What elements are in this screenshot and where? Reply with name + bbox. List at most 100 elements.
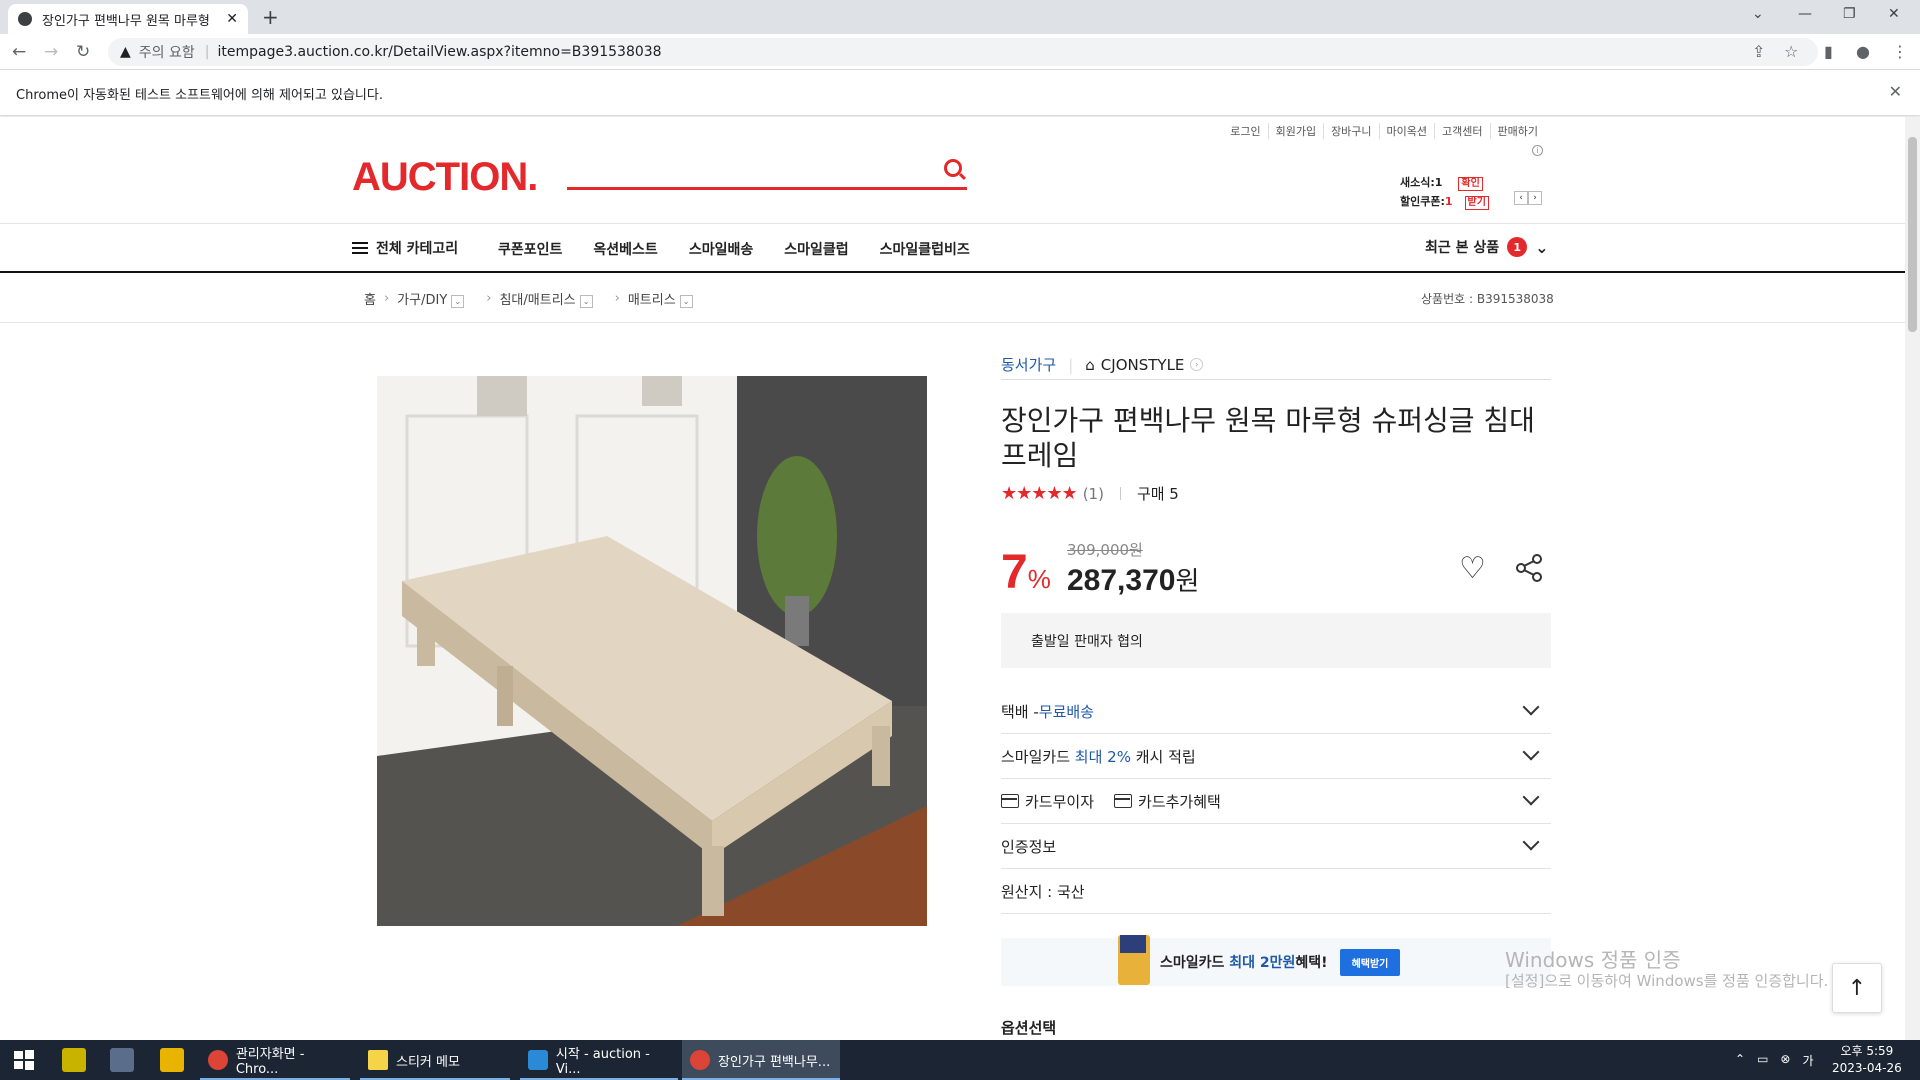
card-no-interest[interactable]: 카드무이자: [1025, 791, 1094, 812]
close-infobar-icon[interactable]: ✕: [1889, 82, 1902, 101]
maximize-button[interactable]: ❐: [1843, 6, 1856, 22]
vscode-icon: [528, 1050, 548, 1070]
taskbar-app-chrome-product[interactable]: 장인가구 편백나무...: [682, 1040, 840, 1080]
search-input[interactable]: [567, 187, 967, 190]
not-secure-label[interactable]: 주의 요함: [139, 42, 195, 62]
search-icon[interactable]: [944, 159, 962, 177]
taskbar-app-chrome-admin[interactable]: 관리자화면 - Chro...: [200, 1040, 350, 1080]
chevron-down-icon[interactable]: [1522, 788, 1540, 806]
share-page-icon[interactable]: ⇪: [1752, 42, 1765, 61]
clock[interactable]: 오후 5:59 2023-04-26: [1832, 1043, 1902, 1077]
login-link[interactable]: 로그인: [1223, 123, 1267, 139]
browser-tab-strip: 장인가구 편백나무 원목 마루형 ✕ + ⌄ — ❐ ✕: [0, 0, 1920, 34]
card-icon: [1001, 794, 1019, 808]
coupon-receive-button[interactable]: 받기: [1464, 196, 1489, 210]
automation-message: Chrome이 자동화된 테스트 소프트웨어에 의해 제어되고 있습니다.: [16, 88, 383, 103]
sell-link[interactable]: 판매하기: [1489, 123, 1545, 139]
hamburger-icon: [352, 242, 368, 254]
info-icon[interactable]: i: [1532, 145, 1543, 156]
back-arrow-icon[interactable]: ←: [12, 42, 26, 62]
share-icon[interactable]: [1514, 553, 1544, 583]
star-rating[interactable]: ★★★★★: [1001, 483, 1078, 504]
breadcrumb-level2[interactable]: 침대/매트리스 ⌄: [499, 289, 593, 308]
browser-tab[interactable]: 장인가구 편백나무 원목 마루형 ✕: [8, 4, 248, 34]
tray-chevron-up-icon[interactable]: ⌃: [1735, 1052, 1745, 1069]
close-tab-icon[interactable]: ✕: [226, 11, 238, 27]
store-link[interactable]: ⌂ CJONSTYLE ›: [1085, 356, 1204, 374]
recent-items-button[interactable]: 최근 본 상품 1 ⌄: [1425, 237, 1549, 257]
menu-smile-club[interactable]: 스마일클럽: [784, 239, 848, 259]
all-category-button[interactable]: 전체 카테고리: [352, 238, 458, 258]
close-window-button[interactable]: ✕: [1888, 6, 1900, 22]
page-scrollbar[interactable]: [1905, 117, 1920, 1040]
signup-link[interactable]: 회원가입: [1267, 123, 1323, 139]
smilecard-row[interactable]: 스마일카드 최대 2% 캐시 적립: [1001, 734, 1551, 779]
dropdown-icon[interactable]: ⌄: [451, 295, 465, 308]
card-benefit-row[interactable]: 카드무이자 카드추가혜택: [1001, 779, 1551, 824]
taskbar-app-sticky-notes[interactable]: 스티커 메모: [360, 1040, 510, 1080]
menu-auction-best[interactable]: 옥션베스트: [593, 239, 657, 259]
news-label: 새소식:: [1400, 176, 1435, 189]
file-explorer-icon[interactable]: [160, 1048, 184, 1072]
minimize-button[interactable]: —: [1798, 6, 1812, 22]
next-arrow-icon[interactable]: ›: [1528, 191, 1542, 205]
forward-arrow-icon[interactable]: →: [44, 42, 58, 62]
network-icon[interactable]: ▭: [1757, 1052, 1768, 1069]
volume-mute-icon[interactable]: ⊗: [1780, 1052, 1790, 1069]
chevron-down-icon: ⌄: [1535, 237, 1549, 257]
coupon-count: 1: [1444, 195, 1453, 208]
system-tray: ⌃ ▭ ⊗ 가: [1735, 1052, 1814, 1069]
warning-icon[interactable]: ▲: [120, 44, 131, 60]
scroll-to-top-button[interactable]: ↑: [1832, 963, 1882, 1013]
url-text[interactable]: itempage3.auction.co.kr/DetailView.aspx?…: [217, 44, 661, 60]
prev-arrow-icon[interactable]: ‹: [1514, 191, 1528, 205]
news-check-button[interactable]: 확인: [1458, 177, 1483, 191]
auction-logo[interactable]: AUCTION.: [352, 155, 538, 200]
dropdown-icon[interactable]: ⌄: [579, 295, 593, 308]
menu-kebab-icon[interactable]: ⋮: [1892, 42, 1908, 61]
smilecard-banner[interactable]: 스마일카드 최대 2만원 혜택! 혜택받기: [1001, 935, 1551, 986]
breadcrumb-level1[interactable]: 가구/DIY ⌄: [397, 289, 465, 308]
chrome-icon: [208, 1050, 228, 1070]
card-extra-benefit[interactable]: 카드추가혜택: [1138, 791, 1221, 812]
taskbar-app-vscode[interactable]: 시작 - auction - Vi...: [520, 1040, 678, 1080]
sticky-notes-icon: [368, 1050, 388, 1070]
reload-icon[interactable]: ↻: [76, 42, 90, 62]
new-tab-button[interactable]: +: [262, 5, 279, 29]
discount-percent: 7: [1001, 546, 1028, 599]
cert-label: 인증정보: [1001, 837, 1057, 856]
page-content: 로그인 회원가입 장바구니 마이옥션 고객센터 판매하기 i AUCTION. …: [0, 117, 1905, 1040]
menu-smile-club-biz[interactable]: 스마일클럽비즈: [880, 239, 970, 259]
menu-coupon-point[interactable]: 쿠폰포인트: [498, 239, 562, 259]
side-panel-icon[interactable]: ▮: [1824, 42, 1833, 61]
menu-smile-delivery[interactable]: 스마일배송: [689, 239, 753, 259]
chevron-down-icon[interactable]: [1522, 743, 1540, 761]
chevron-down-icon[interactable]: [1522, 698, 1540, 716]
benefit-button[interactable]: 혜택받기: [1339, 948, 1401, 976]
breadcrumb-level3[interactable]: 매트리스 ⌄: [628, 289, 693, 308]
photos-app-icon[interactable]: [62, 1048, 86, 1072]
shop-name-link[interactable]: 동서가구: [1001, 354, 1056, 375]
cert-row[interactable]: 인증정보: [1001, 824, 1551, 869]
customer-center-link[interactable]: 고객센터: [1434, 123, 1489, 139]
ime-icon[interactable]: 가: [1802, 1052, 1813, 1069]
cart-link[interactable]: 장바구니: [1323, 123, 1378, 139]
tab-search-icon[interactable]: ⌄: [1752, 6, 1764, 22]
product-image[interactable]: [377, 376, 927, 926]
windows-start-icon[interactable]: [12, 1048, 36, 1072]
review-count[interactable]: (1): [1083, 485, 1104, 503]
chevron-down-icon[interactable]: [1522, 833, 1540, 851]
all-category-label: 전체 카테고리: [376, 241, 459, 257]
wishlist-heart-icon[interactable]: ♡: [1459, 551, 1486, 586]
scrollbar-thumb[interactable]: [1908, 137, 1917, 332]
profile-icon[interactable]: ●: [1856, 42, 1870, 61]
bookmark-star-icon[interactable]: ☆: [1784, 42, 1798, 61]
url-field[interactable]: ▲ 주의 요함 | itempage3.auction.co.kr/Detail…: [108, 38, 1818, 66]
dropdown-icon[interactable]: ⌄: [679, 295, 693, 308]
url-separator: |: [204, 44, 210, 60]
banner-highlight: 최대 2만원: [1229, 955, 1296, 971]
delivery-row[interactable]: 택배 - 무료배송: [1001, 689, 1551, 734]
breadcrumb-home[interactable]: 홈: [364, 289, 376, 308]
pinned-app-icon[interactable]: [110, 1048, 134, 1072]
my-auction-link[interactable]: 마이옥션: [1378, 123, 1434, 139]
